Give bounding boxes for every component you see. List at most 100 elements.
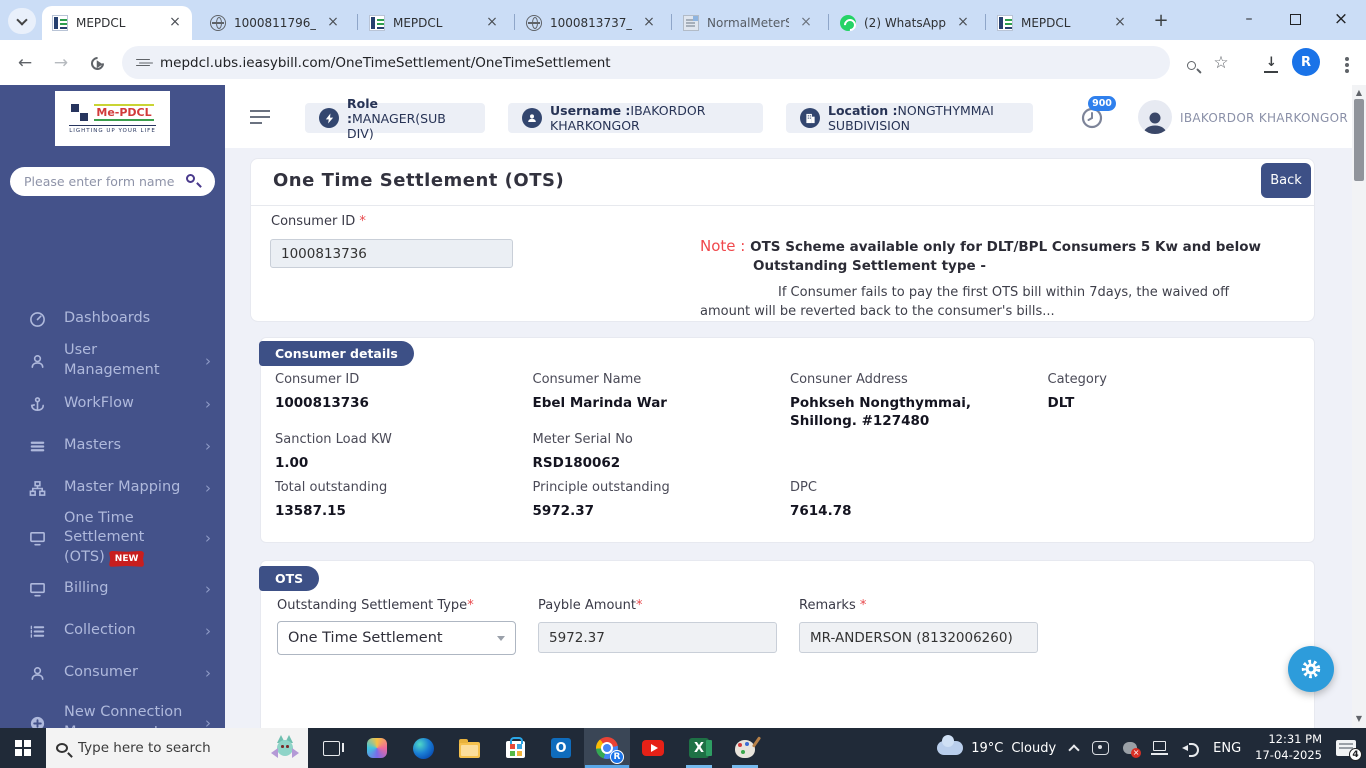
volume-tray-icon[interactable] xyxy=(1182,741,1200,757)
page-scrollbar[interactable] xyxy=(1352,85,1366,728)
edge-button[interactable] xyxy=(400,728,446,768)
screen-record-tray-icon[interactable] xyxy=(1092,741,1110,755)
building-icon xyxy=(800,108,820,128)
browser-tab[interactable]: 1000813737_17- × xyxy=(516,6,666,40)
taskbar-date: 17-04-2025 xyxy=(1255,748,1322,762)
tab-search-button[interactable] xyxy=(8,8,36,34)
browser-tab[interactable]: MEPDCL × xyxy=(987,6,1137,40)
remarks-input[interactable] xyxy=(799,622,1038,653)
taskbar-clock[interactable]: 12:31 PM 17-04-2025 xyxy=(1255,732,1322,763)
sidebar-item-masters[interactable]: Masters › xyxy=(0,430,225,462)
back-icon[interactable]: ← xyxy=(12,50,38,76)
language-indicator[interactable]: ENG xyxy=(1213,741,1241,756)
tray-overflow-chevron[interactable] xyxy=(1068,744,1080,756)
paint-button[interactable] xyxy=(722,728,768,768)
tab-close-icon[interactable]: × xyxy=(797,14,815,32)
reload-icon[interactable] xyxy=(84,50,110,76)
settlement-type-select[interactable]: One Time Settlement xyxy=(277,621,516,655)
taskbar-search[interactable]: Type here to search xyxy=(46,728,308,768)
mepdcl-favicon xyxy=(52,15,68,31)
sidebar-item-billing[interactable]: Billing › xyxy=(0,573,225,605)
tab-close-icon[interactable]: × xyxy=(166,14,184,32)
browser-tab[interactable]: MEPDCL × xyxy=(42,6,192,40)
sidebar-item-consumer[interactable]: Consumer › xyxy=(0,657,225,689)
browser-profile-avatar[interactable]: R xyxy=(1292,48,1320,76)
tab-close-icon[interactable]: × xyxy=(483,14,501,32)
url-text: mepdcl.ubs.ieasybill.com/OneTimeSettleme… xyxy=(160,54,611,71)
divider xyxy=(250,205,1315,206)
tab-separator xyxy=(357,14,358,30)
zoom-icon[interactable] xyxy=(1178,52,1204,78)
location-label: Location : xyxy=(828,103,898,118)
hamburger-menu-icon[interactable] xyxy=(250,110,270,125)
consumer-id-input[interactable] xyxy=(270,239,513,268)
scroll-up-arrow[interactable]: ▲ xyxy=(1354,88,1364,97)
scrollbar-thumb[interactable] xyxy=(1354,99,1364,181)
browser-tab[interactable]: (2) WhatsApp × xyxy=(830,6,980,40)
window-close-button[interactable]: × xyxy=(1318,0,1364,38)
sidebar-item-master-mapping[interactable]: Master Mapping › xyxy=(0,472,225,504)
field-label: DPC xyxy=(790,480,817,495)
downloads-icon[interactable] xyxy=(1258,52,1284,78)
app-logo[interactable]: Me-PDCL LIGHTING UP YOUR LIFE xyxy=(55,91,170,146)
browser-tab[interactable]: 1000811796_17- × xyxy=(200,6,350,40)
new-tab-button[interactable]: + xyxy=(1148,10,1174,31)
logo-tagline: LIGHTING UP YOUR LIFE xyxy=(69,124,156,134)
task-view-button[interactable] xyxy=(308,728,354,768)
browser-menu-icon[interactable] xyxy=(1334,52,1360,78)
monitor-icon xyxy=(28,529,46,547)
tab-close-icon[interactable]: × xyxy=(324,14,342,32)
settings-fab-button[interactable] xyxy=(1288,646,1334,692)
search-icon xyxy=(56,743,68,753)
forward-icon[interactable]: → xyxy=(48,50,74,76)
chevron-right-icon: › xyxy=(205,352,211,370)
system-tray: 19°C Cloudy ENG 12:31 PM 17-04-2025 4 xyxy=(937,728,1366,768)
bookmark-star-icon[interactable]: ☆ xyxy=(1208,50,1234,76)
window-restore-button[interactable] xyxy=(1272,0,1318,38)
chrome-button[interactable]: R xyxy=(584,728,630,768)
tab-close-icon[interactable]: × xyxy=(1111,14,1129,32)
back-button[interactable]: Back xyxy=(1261,163,1311,198)
sidebar-item-workflow[interactable]: WorkFlow › xyxy=(0,388,225,420)
field-label: Consuner Address xyxy=(790,372,908,387)
sidebar-item-collection[interactable]: Collection › xyxy=(0,615,225,647)
sidebar-item-dashboards[interactable]: Dashboards xyxy=(0,303,225,335)
payable-amount-label: Payble Amount* xyxy=(538,598,643,613)
microsoft-store-button[interactable] xyxy=(492,728,538,768)
excel-button[interactable]: X xyxy=(676,728,722,768)
username-label: Username : xyxy=(550,103,631,118)
notification-center-icon[interactable]: 4 xyxy=(1336,740,1362,761)
note-label: Note : xyxy=(700,237,751,255)
user-avatar[interactable] xyxy=(1138,100,1172,134)
network-tray-icon[interactable] xyxy=(1151,741,1169,755)
scroll-down-arrow[interactable]: ▼ xyxy=(1354,714,1364,723)
site-settings-icon[interactable] xyxy=(136,57,150,69)
youtube-button[interactable] xyxy=(630,728,676,768)
window-minimize-button[interactable]: – xyxy=(1226,0,1272,38)
restore-icon xyxy=(1289,10,1306,25)
sidebar-item-user-management[interactable]: User Management › xyxy=(0,342,225,378)
taskbar-time: 12:31 PM xyxy=(1268,732,1322,747)
sync-error-tray-icon[interactable] xyxy=(1123,742,1142,758)
copilot-button[interactable] xyxy=(354,728,400,768)
search-highlight-critter-icon[interactable] xyxy=(271,735,299,760)
payable-amount-input[interactable] xyxy=(538,622,777,653)
field: Meter Serial No RSD180062 xyxy=(533,432,791,473)
field-value: 1.00 xyxy=(275,455,309,471)
outlook-button[interactable]: O xyxy=(538,728,584,768)
tab-close-icon[interactable]: × xyxy=(954,14,972,32)
tab-label: NormalMeterSta xyxy=(707,16,789,30)
address-bar[interactable]: mepdcl.ubs.ieasybill.com/OneTimeSettleme… xyxy=(122,46,1170,79)
ordered-list-icon xyxy=(28,622,46,640)
sidebar-item-label: Billing xyxy=(64,580,109,597)
windows-logo-icon xyxy=(15,740,31,756)
field: DPC 7614.78 xyxy=(790,480,1048,521)
file-explorer-button[interactable] xyxy=(446,728,492,768)
browser-tab[interactable]: MEPDCL × xyxy=(359,6,509,40)
form-search-input[interactable] xyxy=(10,167,215,196)
browser-tab[interactable]: NormalMeterSta × xyxy=(673,6,823,40)
sidebar-item-one-time-settlement[interactable]: One Time Settlement (OTS) NEW › xyxy=(0,510,225,567)
start-button[interactable] xyxy=(0,728,46,768)
weather-widget[interactable]: 19°C Cloudy xyxy=(937,735,1056,756)
tab-close-icon[interactable]: × xyxy=(640,14,658,32)
